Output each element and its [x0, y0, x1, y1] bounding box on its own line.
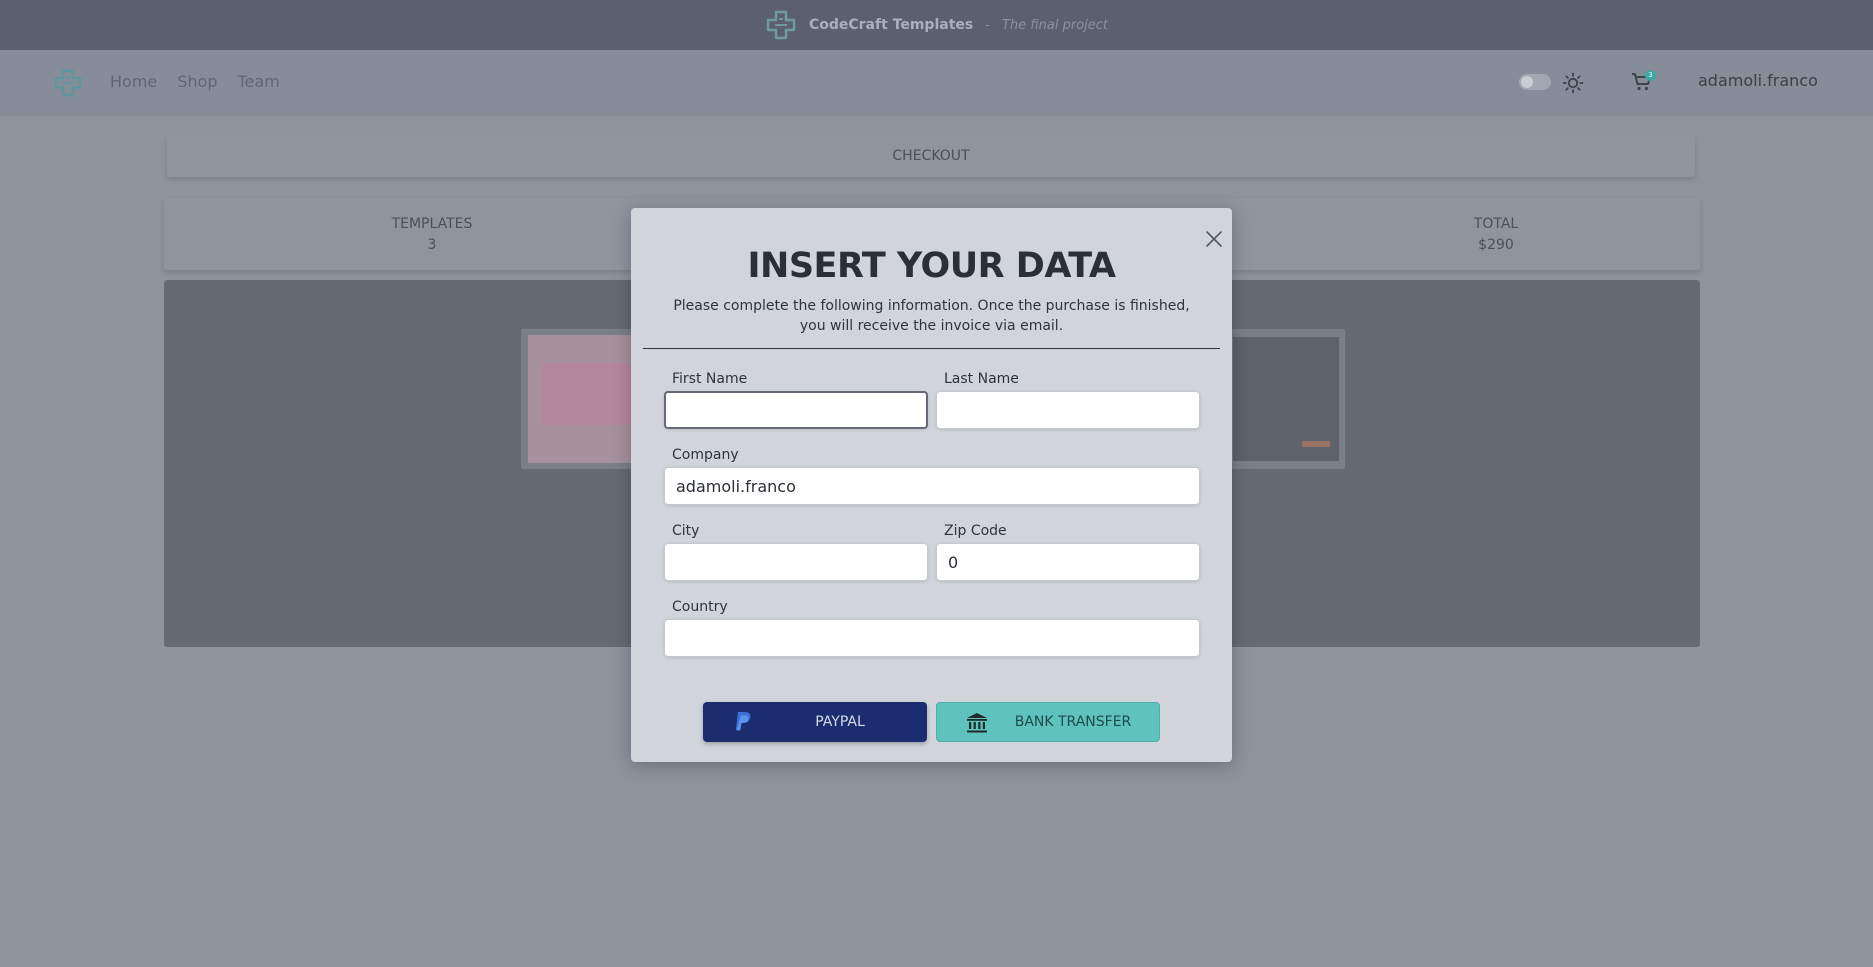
city-field[interactable] — [664, 543, 928, 581]
brand-separator: - — [985, 17, 990, 33]
paypal-icon — [735, 712, 751, 731]
top-banner: CodeCraft Templates - The final project — [0, 0, 1873, 50]
modal-title: INSERT YOUR DATA — [747, 246, 1116, 286]
codecraft-logo-icon — [766, 10, 796, 40]
last-name-field[interactable] — [936, 391, 1200, 429]
total-value: $290 — [1478, 237, 1514, 253]
templates-summary: TEMPLATES 3 — [332, 214, 532, 256]
brand-tagline: The final project — [1001, 17, 1109, 33]
nav-logo-icon[interactable] — [53, 68, 83, 98]
first-name-label: First Name — [672, 371, 748, 387]
theme-toggle-knob — [1521, 76, 1533, 88]
user-name[interactable]: adamoli.franco — [1698, 71, 1818, 90]
theme-toggle[interactable] — [1519, 74, 1551, 90]
sun-icon — [1562, 72, 1584, 94]
first-name-field[interactable] — [664, 391, 928, 429]
city-label: City — [672, 523, 700, 539]
zip-code-field[interactable] — [936, 543, 1200, 581]
nav-link-home[interactable]: Home — [110, 72, 157, 91]
country-field[interactable] — [664, 619, 1200, 657]
bank-transfer-button[interactable]: BANK TRANSFER — [936, 702, 1160, 742]
zip-code-label: Zip Code — [944, 523, 1007, 539]
nav-links: Home Shop Team — [110, 72, 280, 91]
cart-count-badge: 3 — [1645, 70, 1656, 81]
bank-transfer-button-label: BANK TRANSFER — [1014, 714, 1132, 730]
checkout-modal: INSERT YOUR DATA Please complete the fol… — [631, 208, 1232, 762]
nav-link-shop[interactable]: Shop — [177, 72, 217, 91]
thumbnail-image — [542, 363, 634, 425]
total-summary: TOTAL $290 — [1396, 214, 1596, 256]
modal-description: Please complete the following informatio… — [673, 298, 1190, 334]
company-label: Company — [672, 447, 739, 463]
divider — [643, 348, 1220, 349]
checkout-header: CHECKOUT — [167, 135, 1695, 177]
company-field[interactable] — [664, 467, 1200, 505]
paypal-button[interactable]: PAYPAL — [703, 702, 927, 742]
bank-icon — [967, 713, 987, 733]
country-label: Country — [672, 599, 728, 615]
main-nav: Home Shop Team 3 adamoli.franco — [0, 50, 1873, 116]
total-label: TOTAL — [1473, 216, 1519, 232]
brand-name: CodeCraft Templates — [808, 17, 974, 33]
template-thumbnail — [521, 329, 641, 469]
template-thumbnail — [1230, 329, 1345, 469]
paypal-button-label: PAYPAL — [815, 714, 865, 730]
thumbnail-button — [1302, 441, 1330, 447]
templates-label: TEMPLATES — [391, 216, 473, 232]
templates-count: 3 — [427, 237, 437, 253]
nav-link-team[interactable]: Team — [238, 72, 280, 91]
last-name-label: Last Name — [944, 371, 1019, 387]
